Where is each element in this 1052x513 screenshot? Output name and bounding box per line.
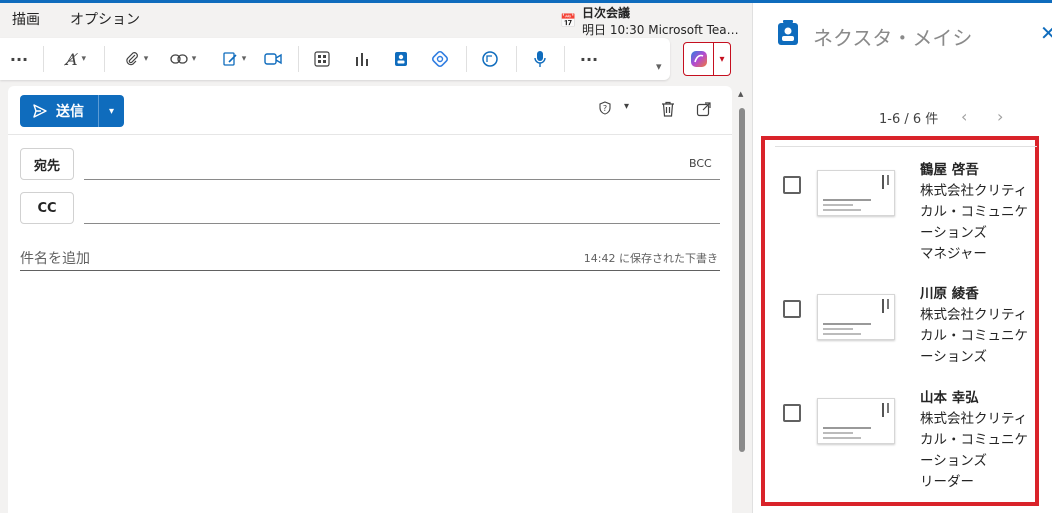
contact-name: 川原 綾香 <box>920 286 979 302</box>
copilot-icon <box>684 43 714 75</box>
subject-underline <box>20 270 720 271</box>
send-button[interactable]: 送信 <box>20 95 99 127</box>
calendar-icon: 📅 <box>560 14 577 29</box>
scrollbar-thumb[interactable] <box>739 108 745 452</box>
compose-scrollbar[interactable]: ▲ <box>735 86 749 513</box>
copilot-button[interactable]: ▾ <box>683 42 731 76</box>
contact-company: カル・コミュニケ <box>920 204 1028 220</box>
compose-form: 送信 ▾ ? ▾ 宛先 BCC CC 件名を追加 14:42 に保存された下書き <box>8 86 732 513</box>
contact-company: 株式会社クリティ <box>920 307 1028 323</box>
to-button[interactable]: 宛先 <box>20 148 74 180</box>
pagination-count: 1-6 / 6 件 <box>879 112 939 127</box>
chevron-down-icon: ▾ <box>191 54 197 64</box>
contact-title: リーダー <box>920 474 974 490</box>
mic-icon <box>534 51 546 67</box>
contact-info: 川原 綾香 株式会社クリティ カル・コミュニケ ーションズ <box>920 284 1038 368</box>
chevron-left-icon[interactable]: ‹ <box>961 107 967 126</box>
apps-icon <box>314 51 330 67</box>
meeting-title: 日次会議 <box>582 6 631 20</box>
pane-title: ネクスタ・メイシ <box>813 26 973 50</box>
svg-text:?: ? <box>603 104 607 113</box>
select-checkbox[interactable] <box>783 404 801 422</box>
business-card-thumbnail <box>817 170 895 216</box>
link-button[interactable]: ▾ <box>163 46 203 72</box>
chevron-right-icon[interactable]: › <box>997 107 1003 126</box>
contact-name: 山本 幸弘 <box>920 390 979 406</box>
contact-icon <box>395 52 407 66</box>
chat-icon <box>482 51 498 67</box>
contact-info: 山本 幸弘 株式会社クリティ カル・コミュニケ ーションズ リーダー <box>920 388 1038 493</box>
contact-info: 鶴屋 啓吾 株式会社クリティ カル・コミュニケ ーションズ マネジャー <box>920 160 1038 265</box>
bcc-button[interactable]: BCC <box>689 157 712 170</box>
chat-button[interactable] <box>478 46 502 72</box>
send-icon <box>33 104 47 118</box>
poll-button[interactable] <box>350 46 374 72</box>
send-label: 送信 <box>56 104 84 120</box>
business-card-thumbnail <box>817 294 895 340</box>
close-icon[interactable]: ✕ <box>1040 21 1052 45</box>
meeting-subtitle: 明日 10:30 Microsoft Teams ... <box>582 23 750 37</box>
select-checkbox[interactable] <box>783 300 801 318</box>
to-field[interactable] <box>84 179 720 180</box>
signature-button[interactable]: ▾ <box>214 46 254 72</box>
chevron-down-icon: ▾ <box>81 54 87 64</box>
cc-button[interactable]: CC <box>20 192 74 224</box>
editor-button[interactable]: A̸ ▾ <box>56 46 96 72</box>
contact-company: 株式会社クリティ <box>920 411 1028 427</box>
contact-results-list: 鶴屋 啓吾 株式会社クリティ カル・コミュニケ ーションズ マネジャー 川原 綾… <box>761 136 1039 506</box>
link-icon <box>170 54 188 64</box>
attach-icon <box>126 52 138 66</box>
contact-company: カル・コミュニケ <box>920 328 1028 344</box>
send-button-group: 送信 ▾ <box>20 95 124 127</box>
chevron-down-icon: ▾ <box>143 54 149 64</box>
delete-icon[interactable] <box>660 101 676 121</box>
video-button[interactable] <box>261 46 285 72</box>
add-in-pane: ネクスタ・メイシ ✕ 1-6 / 6 件 ‹ › 鶴屋 啓吾 株式会社クリティ … <box>752 3 1052 513</box>
tab-draw[interactable]: 描画 <box>12 9 40 29</box>
contact-name: 鶴屋 啓吾 <box>920 162 979 178</box>
cc-field[interactable] <box>84 223 720 224</box>
video-icon <box>264 53 282 65</box>
contact-company: ーションズ <box>920 453 987 469</box>
message-body[interactable] <box>20 282 720 502</box>
contact-company: 株式会社クリティ <box>920 183 1028 199</box>
poll-icon <box>356 53 368 66</box>
chevron-down-icon[interactable]: ▾ <box>624 101 629 112</box>
chevron-down-icon[interactable]: ▾ <box>656 60 662 73</box>
subject-input[interactable]: 件名を追加 <box>20 248 90 268</box>
contact-company: カル・コミュニケ <box>920 432 1028 448</box>
business-card-thumbnail <box>817 398 895 444</box>
contact-card-icon <box>777 20 799 50</box>
send-options-dropdown[interactable]: ▾ <box>99 106 124 117</box>
dictate-button[interactable] <box>528 46 552 72</box>
select-checkbox[interactable] <box>783 176 801 194</box>
sensitivity-icon[interactable]: ? <box>598 101 612 119</box>
chevron-down-icon[interactable]: ▾ <box>714 54 730 65</box>
draft-saved-status: 14:42 に保存された下書き <box>583 252 718 265</box>
more-icon[interactable]: ··· <box>8 46 30 72</box>
attach-button[interactable]: ▾ <box>116 46 156 72</box>
scroll-up-icon[interactable]: ▲ <box>738 90 743 98</box>
signature-icon <box>223 52 237 66</box>
chevron-down-icon: ▾ <box>241 54 247 64</box>
loop-icon <box>431 50 449 68</box>
loop-button[interactable] <box>428 46 452 72</box>
contact-card-button[interactable] <box>389 46 413 72</box>
compose-toolbar: ··· A̸ ▾ ▾ ▾ ▾ ··· <box>0 38 670 80</box>
editor-icon: A̸ <box>65 49 78 69</box>
contact-company: ーションズ <box>920 349 987 365</box>
tab-options[interactable]: オプション <box>70 9 140 29</box>
more-icon[interactable]: ··· <box>577 46 601 72</box>
contact-company: ーションズ <box>920 225 987 241</box>
contact-title: マネジャー <box>920 246 987 262</box>
pop-out-icon[interactable] <box>696 101 712 121</box>
apps-button[interactable] <box>310 46 334 72</box>
